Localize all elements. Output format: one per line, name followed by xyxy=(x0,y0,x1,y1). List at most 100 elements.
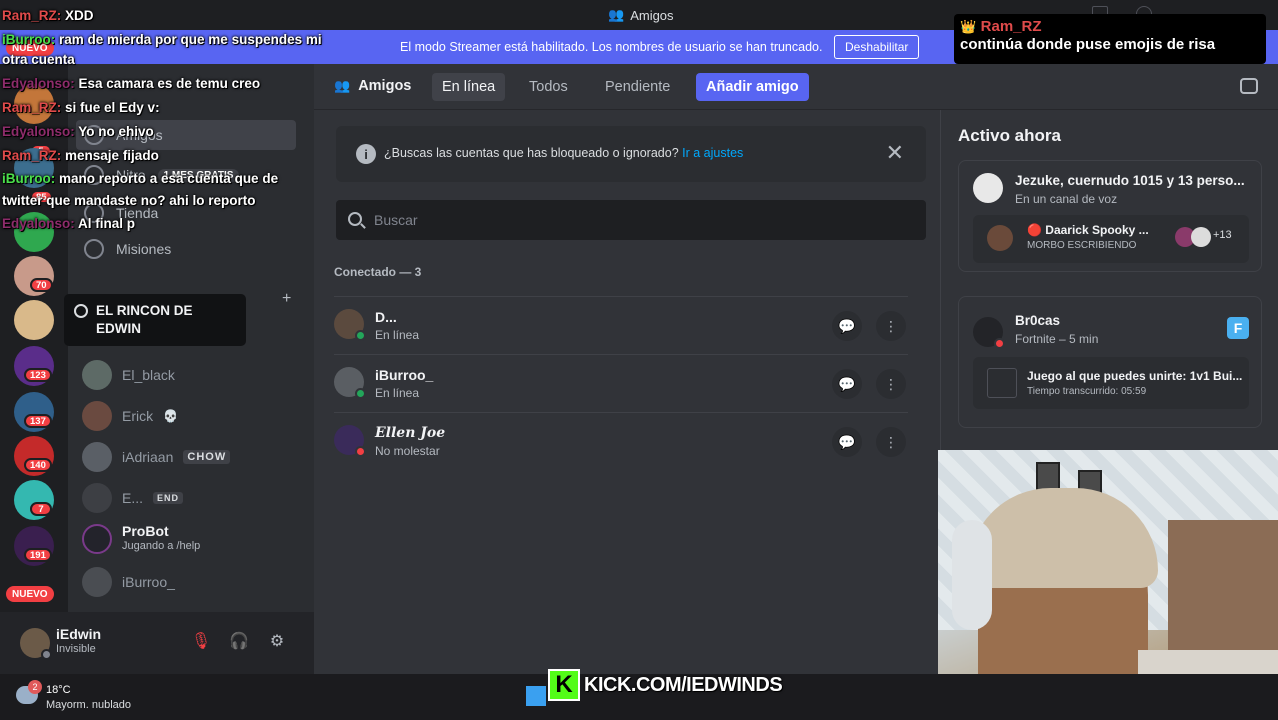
game-session-elapsed: Tiempo transcurrido: 05:59 xyxy=(1027,386,1147,397)
quests-icon xyxy=(84,239,104,259)
dm-item[interactable]: iBurroo_ xyxy=(82,563,175,601)
chat-message: Ram_RZ: mensaje fijado xyxy=(2,148,159,163)
avatar xyxy=(82,360,112,390)
dm-item[interactable]: E... END xyxy=(82,479,184,517)
activity-title: Br0cas xyxy=(1015,313,1061,328)
game-session-thumbnail xyxy=(987,368,1017,398)
window-title: 👥 Amigos xyxy=(608,7,674,23)
discord-screen: { "titlebar": { "title": "Amigos" }, "ba… xyxy=(0,0,1278,720)
dm-item[interactable]: Erick 💀 xyxy=(82,397,178,435)
friend-row[interactable]: 𝑬𝒍𝒍𝒆𝒏 𝑱𝒐𝒆 No molestar 💬 ⋮ xyxy=(334,412,908,470)
friend-row[interactable]: D... En línea 💬 ⋮ xyxy=(334,296,908,354)
disable-streamer-button[interactable]: Deshabilitar xyxy=(834,35,920,59)
dm-item[interactable]: El_black xyxy=(82,356,175,394)
pinned-chat-message: 👑 Ram_RZ continúa donde puse emojis de r… xyxy=(954,14,1266,64)
more-options-icon[interactable]: ⋮ xyxy=(876,369,906,399)
mention-badge: 191 xyxy=(24,548,52,562)
avatar xyxy=(973,317,1005,349)
notice-text: ¿Buscas las cuentas que has bloqueado o … xyxy=(384,146,744,160)
sidebar-item-quests[interactable]: Misiones xyxy=(84,234,171,264)
avatar xyxy=(82,401,112,431)
friends-header: 👥 Amigos En línea Todos Pendiente Añadir… xyxy=(314,64,1278,110)
go-to-settings-link[interactable]: Ir a ajustes xyxy=(682,146,743,160)
game-session-title: Juego al que puedes unirte: 1v1 Bui... xyxy=(1027,369,1243,383)
banner-message: El modo Streamer está habilitado. Los no… xyxy=(400,40,823,54)
mention-badge: 7 xyxy=(30,502,52,516)
kick-watermark: K KICK.COM/IEDWINDS xyxy=(548,668,783,702)
new-badge-bottom: NUEVO xyxy=(6,586,54,602)
search-placeholder: Buscar xyxy=(374,212,418,228)
mention-badge: 70 xyxy=(30,278,53,292)
voice-channel-name: 🔴 Daarick Spooky ... xyxy=(1027,223,1149,237)
create-dm-button[interactable]: + xyxy=(282,290,291,308)
server-tooltip: EL RINCON DE EDWIN xyxy=(64,294,246,346)
chat-message: Ram_RZ: XDD xyxy=(2,8,94,23)
weather-temp: 18°C xyxy=(46,684,71,696)
webcam-headphones xyxy=(952,520,992,630)
chat-message: Edyalonso: Al final p xyxy=(2,216,136,231)
member-count: +13 xyxy=(1213,229,1232,241)
windows-start-icon[interactable] xyxy=(526,686,546,706)
activity-subtitle: En un canal de voz xyxy=(1015,192,1118,206)
weather-desc: Mayorm. nublado xyxy=(46,699,131,711)
dm-item[interactable]: iAdriaan CHOW xyxy=(82,438,231,476)
more-options-icon[interactable]: ⋮ xyxy=(876,311,906,341)
server-settings-icon xyxy=(74,304,88,318)
user-status: Invisible xyxy=(56,643,96,655)
avatar xyxy=(987,225,1013,251)
close-icon[interactable]: ✕ xyxy=(886,140,904,166)
activity-subtitle: Fortnite – 5 min xyxy=(1015,332,1099,346)
activity-card[interactable]: Jezuke, cuernudo 1015 y 13 perso... En u… xyxy=(958,160,1262,272)
avatar xyxy=(82,524,112,554)
username: iEdwin xyxy=(56,626,102,642)
voice-channel-box: 🔴 Daarick Spooky ... MORBO ESCRIBIENDO +… xyxy=(973,215,1249,263)
add-friend-button[interactable]: Añadir amigo xyxy=(696,73,809,101)
crown-icon: 👑 xyxy=(960,19,977,34)
game-session-box: Juego al que puedes unirte: 1v1 Bui... T… xyxy=(973,357,1249,409)
invisible-status-icon xyxy=(41,649,52,660)
activity-card[interactable]: Br0cas Fortnite – 5 min F Juego al que p… xyxy=(958,296,1262,428)
avatar xyxy=(334,367,366,399)
friend-row[interactable]: iBurroo_ En línea 💬 ⋮ xyxy=(334,354,908,412)
stream-chat-overlay: Ram_RZ: XDD iBurroo: ram de mierda por q… xyxy=(2,4,322,236)
user-avatar[interactable] xyxy=(20,628,52,660)
new-group-dm-icon[interactable] xyxy=(1240,78,1258,94)
dm-item[interactable]: ProBot Jugando a /help xyxy=(82,520,200,558)
kick-logo-icon: K xyxy=(548,669,580,701)
friends-icon: 👥 xyxy=(608,7,625,22)
avatar xyxy=(973,173,1003,203)
server-icon[interactable] xyxy=(14,300,54,340)
friend-search-input[interactable]: Buscar xyxy=(336,200,926,240)
weather-badge: 2 xyxy=(28,680,42,694)
friends-title: 👥 Amigos xyxy=(334,78,412,94)
dnd-status-icon xyxy=(994,338,1005,349)
blocked-accounts-notice: i ¿Buscas las cuentas que has bloqueado … xyxy=(336,126,926,182)
info-icon: i xyxy=(356,144,376,164)
search-icon xyxy=(348,212,362,226)
webcam-shelf xyxy=(1168,520,1278,660)
chat-message: iBurroo: ram de mierda por que me suspen… xyxy=(2,32,322,67)
online-count: Conectado — 3 xyxy=(334,265,422,279)
tab-pending[interactable]: Pendiente xyxy=(595,73,680,101)
activity-title: Jezuke, cuernudo 1015 y 13 perso... xyxy=(1015,173,1245,188)
voice-channel-server: MORBO ESCRIBIENDO xyxy=(1027,240,1137,251)
avatar xyxy=(82,442,112,472)
tab-online[interactable]: En línea xyxy=(432,73,506,101)
settings-gear-icon[interactable]: ⚙ xyxy=(266,630,288,652)
active-now-title: Activo ahora xyxy=(958,126,1061,145)
chat-message: Edyalonso: Esa camara es de temu creo xyxy=(2,76,261,91)
avatar xyxy=(82,483,112,513)
message-icon[interactable]: 💬 xyxy=(832,427,862,457)
mention-badge: 140 xyxy=(24,458,52,472)
message-icon[interactable]: 💬 xyxy=(832,311,862,341)
mention-badge: 123 xyxy=(24,368,52,382)
deafen-icon[interactable]: 🎧 xyxy=(228,630,250,652)
message-icon[interactable]: 💬 xyxy=(832,369,862,399)
tab-all[interactable]: Todos xyxy=(519,73,578,101)
chat-message: Edyalonso: Yo no ehivo xyxy=(2,124,154,139)
mention-badge: 137 xyxy=(24,414,52,428)
more-options-icon[interactable]: ⋮ xyxy=(876,427,906,457)
clan-tag: END xyxy=(153,492,184,504)
mute-mic-icon[interactable]: 🎙 xyxy=(190,630,212,652)
dnd-status-icon xyxy=(355,446,366,457)
